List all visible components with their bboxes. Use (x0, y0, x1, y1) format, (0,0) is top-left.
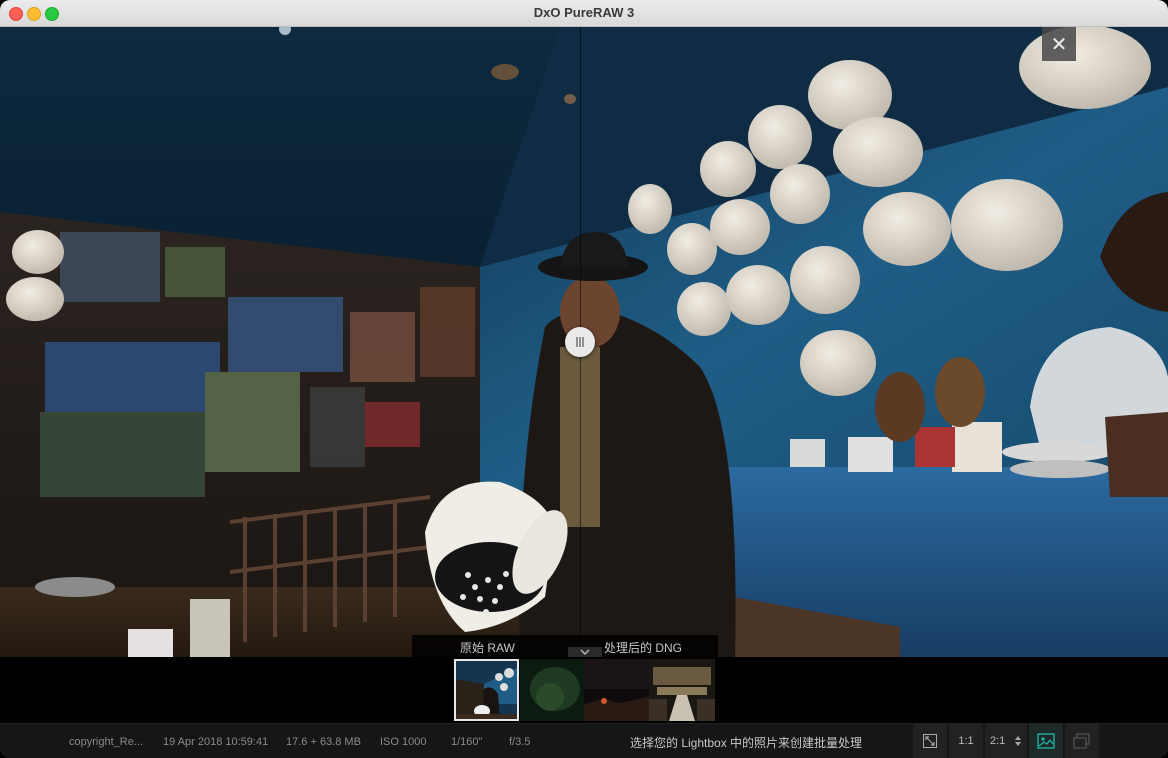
batch-hint-text: 选择您的 Lightbox 中的照片来创建批量处理 (630, 736, 863, 750)
expand-icon (923, 734, 937, 748)
iso-value: ISO 1000 (380, 736, 427, 748)
stepper-arrows-icon (1015, 736, 1021, 746)
close-viewer-button[interactable]: ✕ (1042, 27, 1076, 61)
compare-split-handle[interactable] (565, 327, 595, 357)
thumbnail-image (520, 659, 584, 721)
thumbnail-image (584, 659, 649, 721)
single-view-button[interactable] (1029, 724, 1063, 758)
file-name: copyright_Re... (69, 736, 143, 748)
stacked-images-icon (1073, 733, 1090, 749)
title-bar: DxO PureRAW 3 (0, 0, 1168, 27)
grip-icon (576, 337, 584, 347)
thumbnail-image (454, 659, 519, 721)
filmstrip-thumbnail[interactable] (520, 659, 584, 721)
filmstrip-thumbnail[interactable] (584, 659, 649, 721)
zoom-1-to-1-label: 1:1 (958, 735, 974, 747)
filmstrip-thumbnail[interactable] (649, 659, 715, 721)
filmstrip (0, 657, 1168, 723)
close-icon: ✕ (1050, 33, 1068, 56)
image-view-icon (1037, 733, 1055, 749)
window-title: DxO PureRAW 3 (533, 5, 635, 20)
image-viewer[interactable]: ✕ 原始 RAW 处理后的 DNG (0, 27, 1168, 657)
zoom-ratio-select[interactable]: 2:1 (985, 724, 1027, 758)
aperture-value: f/3.5 (509, 736, 531, 748)
compare-labels-bar: 原始 RAW 处理后的 DNG (412, 635, 718, 657)
status-bar: copyright_Re... 19 Apr 2018 10:59:41 17.… (0, 723, 1168, 758)
filmstrip-thumbnail[interactable] (454, 659, 519, 721)
file-size: 17.6 + 63.8 MB (286, 736, 361, 748)
thumbnail-image (649, 659, 715, 721)
app-window: DxO PureRAW 3 ✕ 原始 RAW 处理后的 DNG copyrigh… (0, 0, 1168, 758)
chevron-down-icon (580, 649, 590, 655)
processed-dng-label: 处理后的 DNG (604, 641, 683, 655)
zoom-ratio-value: 2:1 (990, 735, 1006, 747)
zoom-1-to-1-button[interactable]: 1:1 (949, 724, 983, 758)
fit-to-screen-button[interactable] (913, 724, 947, 758)
collapse-filmstrip-button[interactable] (568, 647, 602, 657)
capture-datetime: 19 Apr 2018 10:59:41 (163, 736, 269, 748)
compare-view-button[interactable] (1065, 724, 1099, 758)
shutter-speed: 1/160" (451, 736, 483, 748)
original-raw-label: 原始 RAW (460, 641, 515, 655)
